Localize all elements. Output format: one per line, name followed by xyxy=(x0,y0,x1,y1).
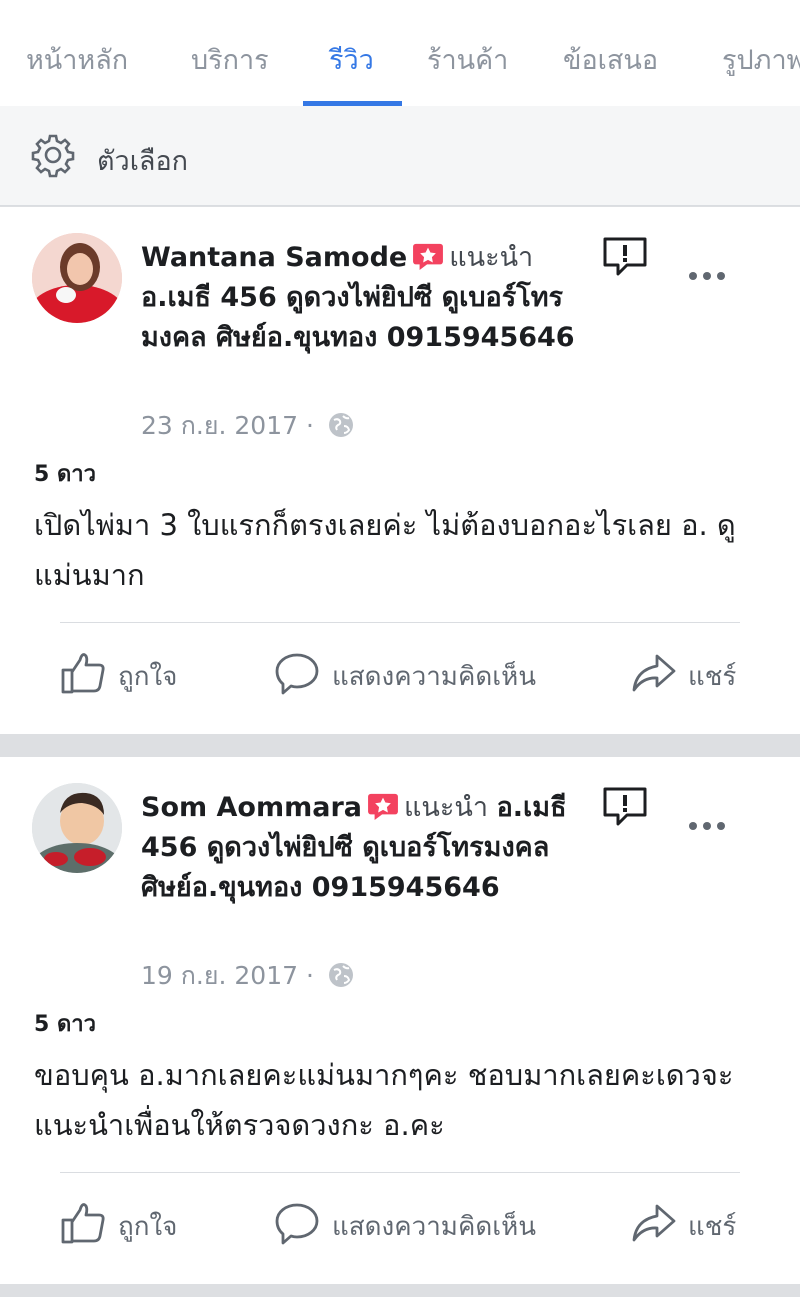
recommends-label: แนะนำ xyxy=(449,242,534,273)
review-text: ขอบคุน อ.มากเลยคะแม่นมากๆคะ ชอบมากเลยคะเ… xyxy=(34,1058,734,1142)
recommends-label: แนะนำ xyxy=(404,792,488,823)
page-name[interactable]: อ.เมธี 456 ดูดวงไพ่ยิปซี ดูเบอร์โทรมงคล … xyxy=(141,282,575,353)
like-label: ถูกใจ xyxy=(118,1212,178,1242)
comment-label: แสดงความคิดเห็น xyxy=(332,1212,537,1242)
review-date[interactable]: 19 ก.ย. 2017 xyxy=(141,961,298,990)
review-meta: 19 ก.ย. 2017 · xyxy=(141,956,354,996)
like-label: ถูกใจ xyxy=(118,662,178,692)
separator-dot: · xyxy=(305,961,314,990)
reviewer-name[interactable]: Wantana Samode xyxy=(141,242,407,273)
share-label: แชร์ xyxy=(688,1212,737,1242)
thumbs-up-icon xyxy=(61,653,105,694)
report-icon[interactable] xyxy=(602,236,648,278)
review-meta: 23 ก.ย. 2017 · xyxy=(141,406,354,446)
gear-icon xyxy=(31,134,75,178)
review-text: เปิดไพ่มา 3 ใบแรกก็ตรงเลยค่ะ ไม่ต้องบอกอ… xyxy=(34,508,736,592)
divider xyxy=(60,1172,740,1173)
tab-home[interactable]: หน้าหลัก xyxy=(26,38,128,81)
tab-shop[interactable]: ร้านค้า xyxy=(427,38,508,81)
options-label[interactable]: ตัวเลือก xyxy=(97,139,188,182)
tab-reviews[interactable]: รีวิว xyxy=(329,38,374,81)
more-options-icon[interactable] xyxy=(688,270,728,282)
tab-bar: หน้าหลัก บริการ รีวิว ร้านค้า ข้อเสนอ รู… xyxy=(0,0,800,106)
share-button[interactable]: แชร์ xyxy=(631,1200,751,1246)
star-rating: 5 ดาว xyxy=(34,462,96,487)
comment-button[interactable]: แสดงความคิดเห็น xyxy=(274,650,574,696)
separator-dot: · xyxy=(305,411,314,440)
comment-icon xyxy=(275,653,319,695)
globe-icon xyxy=(328,413,353,437)
comment-button[interactable]: แสดงความคิดเห็น xyxy=(274,1200,574,1246)
tab-offers[interactable]: ข้อเสนอ xyxy=(563,38,658,81)
report-icon[interactable] xyxy=(602,786,648,828)
more-options-icon[interactable] xyxy=(688,820,728,832)
like-button[interactable]: ถูกใจ xyxy=(60,650,200,696)
share-button[interactable]: แชร์ xyxy=(631,650,751,696)
comment-label: แสดงความคิดเห็น xyxy=(332,662,537,692)
share-icon xyxy=(632,654,676,692)
share-icon xyxy=(632,1204,676,1242)
divider xyxy=(60,622,740,623)
comment-icon xyxy=(275,1203,319,1245)
tab-services[interactable]: บริการ xyxy=(191,38,269,81)
thumbs-up-icon xyxy=(61,1203,105,1244)
star-rating: 5 ดาว xyxy=(34,1012,96,1037)
review-header: Wantana Samode แนะนำ อ.เมธี 456 ดูดวงไพ่ย… xyxy=(141,238,581,358)
globe-icon xyxy=(328,963,353,987)
recommend-badge-icon xyxy=(368,793,398,820)
reviewer-name[interactable]: Som Aommara xyxy=(141,792,362,823)
review-header: Som Aommara แนะนำ อ.เมธี 456 ดูดวงไพ่ยิปซ… xyxy=(141,788,581,908)
recommend-badge-icon xyxy=(413,243,444,270)
avatar[interactable] xyxy=(32,783,122,873)
avatar[interactable] xyxy=(32,233,122,323)
share-label: แชร์ xyxy=(688,662,737,692)
review-date[interactable]: 23 ก.ย. 2017 xyxy=(141,411,298,440)
tab-photos[interactable]: รูปภาพ xyxy=(722,38,800,81)
like-button[interactable]: ถูกใจ xyxy=(60,1200,200,1246)
